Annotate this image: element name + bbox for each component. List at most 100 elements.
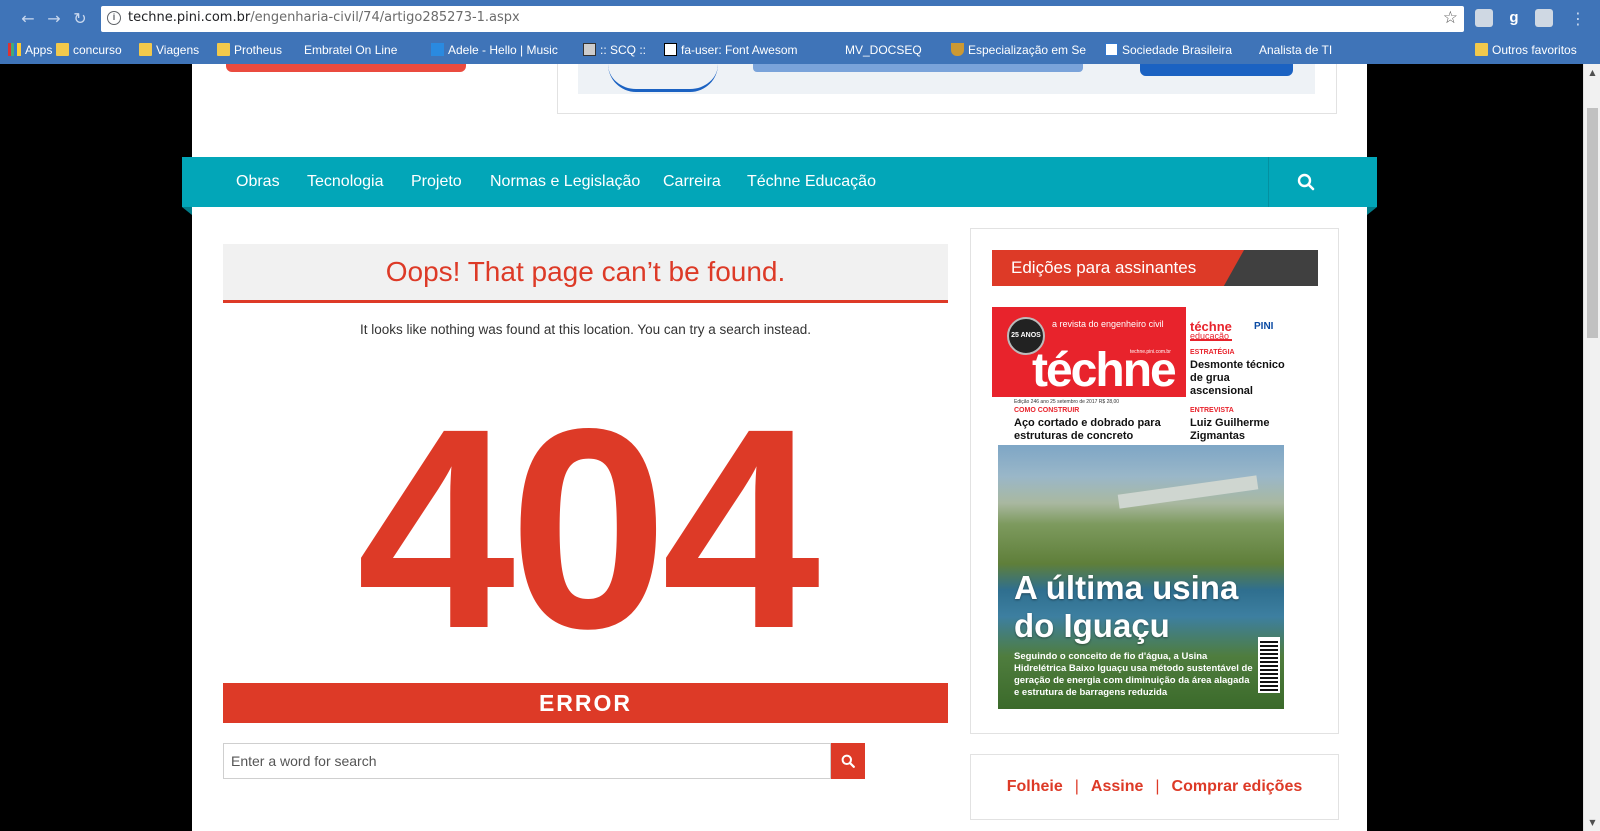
bookmark-scq[interactable]: :: SCQ :: xyxy=(583,41,651,58)
bookmark-mv-docseq[interactable]: MV_DOCSEQ xyxy=(845,41,922,58)
assine-link[interactable]: Assine xyxy=(1091,778,1143,796)
flag-icon xyxy=(664,43,677,56)
bookmark-label: Outros favoritos xyxy=(1492,42,1577,57)
cover-headline: Aço cortado e dobrado para estruturas de… xyxy=(1014,417,1161,442)
cover-kicker: COMO CONSTRUIR xyxy=(1014,407,1080,414)
scrollbar[interactable]: ▲ ▼ xyxy=(1583,64,1600,831)
subscription-links: Folheie | Assine | Comprar edições xyxy=(970,754,1339,820)
bookmark-label: Especialização em Se xyxy=(968,42,1087,57)
search-button[interactable] xyxy=(831,743,865,779)
address-row: ← → ↻ i techne.pini.com.br/engenharia-ci… xyxy=(0,0,1600,36)
cover-masthead: 25 ANOS a revista do engenheiro civil te… xyxy=(992,307,1186,397)
error-message: It looks like nothing was found at this … xyxy=(359,322,812,337)
forward-icon[interactable]: → xyxy=(44,9,64,29)
flash-icon xyxy=(431,43,444,56)
bookmark-embratel[interactable]: Embratel On Line xyxy=(304,41,419,58)
ad-text xyxy=(753,64,1083,72)
scroll-up-icon[interactable]: ▲ xyxy=(1584,64,1600,81)
bookmark-especializacao[interactable]: Especialização em Se xyxy=(951,41,1093,58)
bookmark-label: Sociedade Brasileira xyxy=(1122,42,1233,57)
cover-dam xyxy=(1117,475,1259,509)
nav-item-techne-educacao[interactable]: Téchne Educação xyxy=(747,157,876,207)
bookmark-label: Apps xyxy=(25,42,53,57)
bookmark-viagens[interactable]: Viagens xyxy=(139,41,199,58)
widget-header: Edições para assinantes xyxy=(992,250,1318,286)
bookmark-concurso[interactable]: concurso xyxy=(56,41,122,58)
magazine-cover[interactable]: 25 ANOS a revista do engenheiro civil te… xyxy=(992,307,1290,709)
subscriber-editions-widget: Edições para assinantes 25 ANOS a revist… xyxy=(970,228,1339,734)
link-separator: | xyxy=(1155,778,1160,795)
comprar-edicoes-link[interactable]: Comprar edições xyxy=(1172,778,1303,796)
nav-item-projeto[interactable]: Projeto xyxy=(411,157,462,207)
techne-educacao-logo: téchne educação xyxy=(1190,319,1232,341)
menu-icon[interactable]: ⋮ xyxy=(1568,9,1588,29)
bookmark-star-icon[interactable]: ☆ xyxy=(1443,8,1458,28)
bookmark-label: Protheus xyxy=(234,42,283,57)
back-icon[interactable]: ← xyxy=(18,9,38,29)
cover-main-title-line: do Iguaçu xyxy=(1014,607,1170,644)
cover-description: Seguindo o conceito de fio d'água, a Usi… xyxy=(1014,651,1253,698)
extension-icon[interactable] xyxy=(1475,9,1493,27)
bookmark-label: :: SCQ :: xyxy=(600,42,647,57)
bookmark-label: Adele - Hello | Music xyxy=(448,42,558,57)
folder-icon xyxy=(56,43,69,56)
error-label: ERROR xyxy=(223,683,948,723)
bookmark-fa-user[interactable]: fa-user: Font Awesom xyxy=(664,41,806,58)
search-icon xyxy=(1297,173,1315,191)
site-logo[interactable] xyxy=(226,64,466,72)
bookmark-adele[interactable]: Adele - Hello | Music xyxy=(431,41,565,58)
links-row: Folheie | Assine | Comprar edições xyxy=(971,755,1338,819)
scroll-down-icon[interactable]: ▼ xyxy=(1584,814,1600,831)
address-bar[interactable]: i techne.pini.com.br/engenharia-civil/74… xyxy=(101,6,1464,32)
folder-icon xyxy=(217,43,230,56)
cover-kicker: ENTREVISTA xyxy=(1190,407,1234,414)
bookmark-label: Analista de TI xyxy=(1259,42,1333,57)
reload-icon[interactable]: ↻ xyxy=(70,9,90,29)
bookmarks-bar: Apps concurso Viagens Protheus Embratel … xyxy=(0,38,1600,60)
nav-item-obras[interactable]: Obras xyxy=(236,157,280,207)
cover-logo: téchne xyxy=(1032,344,1177,397)
bookmark-sociedade[interactable]: Sociedade Brasileira xyxy=(1105,41,1232,58)
link-separator: | xyxy=(1074,778,1079,795)
cover-kicker: ESTRATÉGIA xyxy=(1190,349,1235,356)
bookmark-label: MV_DOCSEQ xyxy=(845,42,922,57)
ad-logo xyxy=(608,64,718,92)
bookmark-protheus[interactable]: Protheus xyxy=(217,41,282,58)
cover-main-title: A última usina do Iguaçu xyxy=(1014,569,1238,645)
bookmark-label: fa-user: Font Awesom xyxy=(681,42,798,57)
info-icon[interactable]: i xyxy=(107,11,121,25)
ad-banner[interactable] xyxy=(557,64,1337,114)
small-logo-2: educação xyxy=(1190,331,1230,341)
nav-item-carreira[interactable]: Carreira xyxy=(663,157,721,207)
extension-g-icon[interactable]: g xyxy=(1505,9,1523,27)
url-path: /engenharia-civil/74/artigo285273-1.aspx xyxy=(250,10,520,25)
nav-search-button[interactable] xyxy=(1269,157,1377,207)
url-text[interactable]: techne.pini.com.br/engenharia-civil/74/a… xyxy=(128,10,520,25)
extension-icon[interactable] xyxy=(1535,9,1553,27)
bookmark-analista[interactable]: Analista de TI xyxy=(1259,41,1332,58)
cover-main-title-line: A última usina xyxy=(1014,569,1239,606)
x-icon xyxy=(583,43,596,56)
cover-headline: Desmonte técnico de grua ascensional xyxy=(1190,359,1285,397)
bookmark-apps[interactable]: Apps xyxy=(8,41,52,58)
pini-logo: PINI xyxy=(1254,321,1274,332)
bookmark-label: Viagens xyxy=(156,42,200,57)
error-code: 404 xyxy=(356,370,821,688)
cover-tagline: a revista do engenheiro civil xyxy=(1052,319,1164,329)
nav-item-normas[interactable]: Normas e Legislação xyxy=(490,157,640,207)
folder-icon xyxy=(139,43,152,56)
apps-grid-icon xyxy=(8,43,21,56)
folheie-link[interactable]: Folheie xyxy=(1007,778,1063,796)
page: Obras Tecnologia Projeto Normas e Legisl… xyxy=(182,64,1377,831)
widget-title: Edições para assinantes xyxy=(1011,258,1197,277)
search-form xyxy=(223,743,865,779)
bookmark-outros[interactable]: Outros favoritos xyxy=(1475,41,1577,58)
scroll-thumb[interactable] xyxy=(1587,108,1598,338)
shield-icon xyxy=(951,43,964,56)
page-title: Oops! That page can’t be found. xyxy=(385,256,786,287)
barcode xyxy=(1258,637,1280,693)
search-input[interactable] xyxy=(223,743,831,779)
nav-item-tecnologia[interactable]: Tecnologia xyxy=(307,157,384,207)
ad-button[interactable] xyxy=(1140,64,1293,76)
error-header: Oops! That page can’t be found. xyxy=(223,244,948,303)
